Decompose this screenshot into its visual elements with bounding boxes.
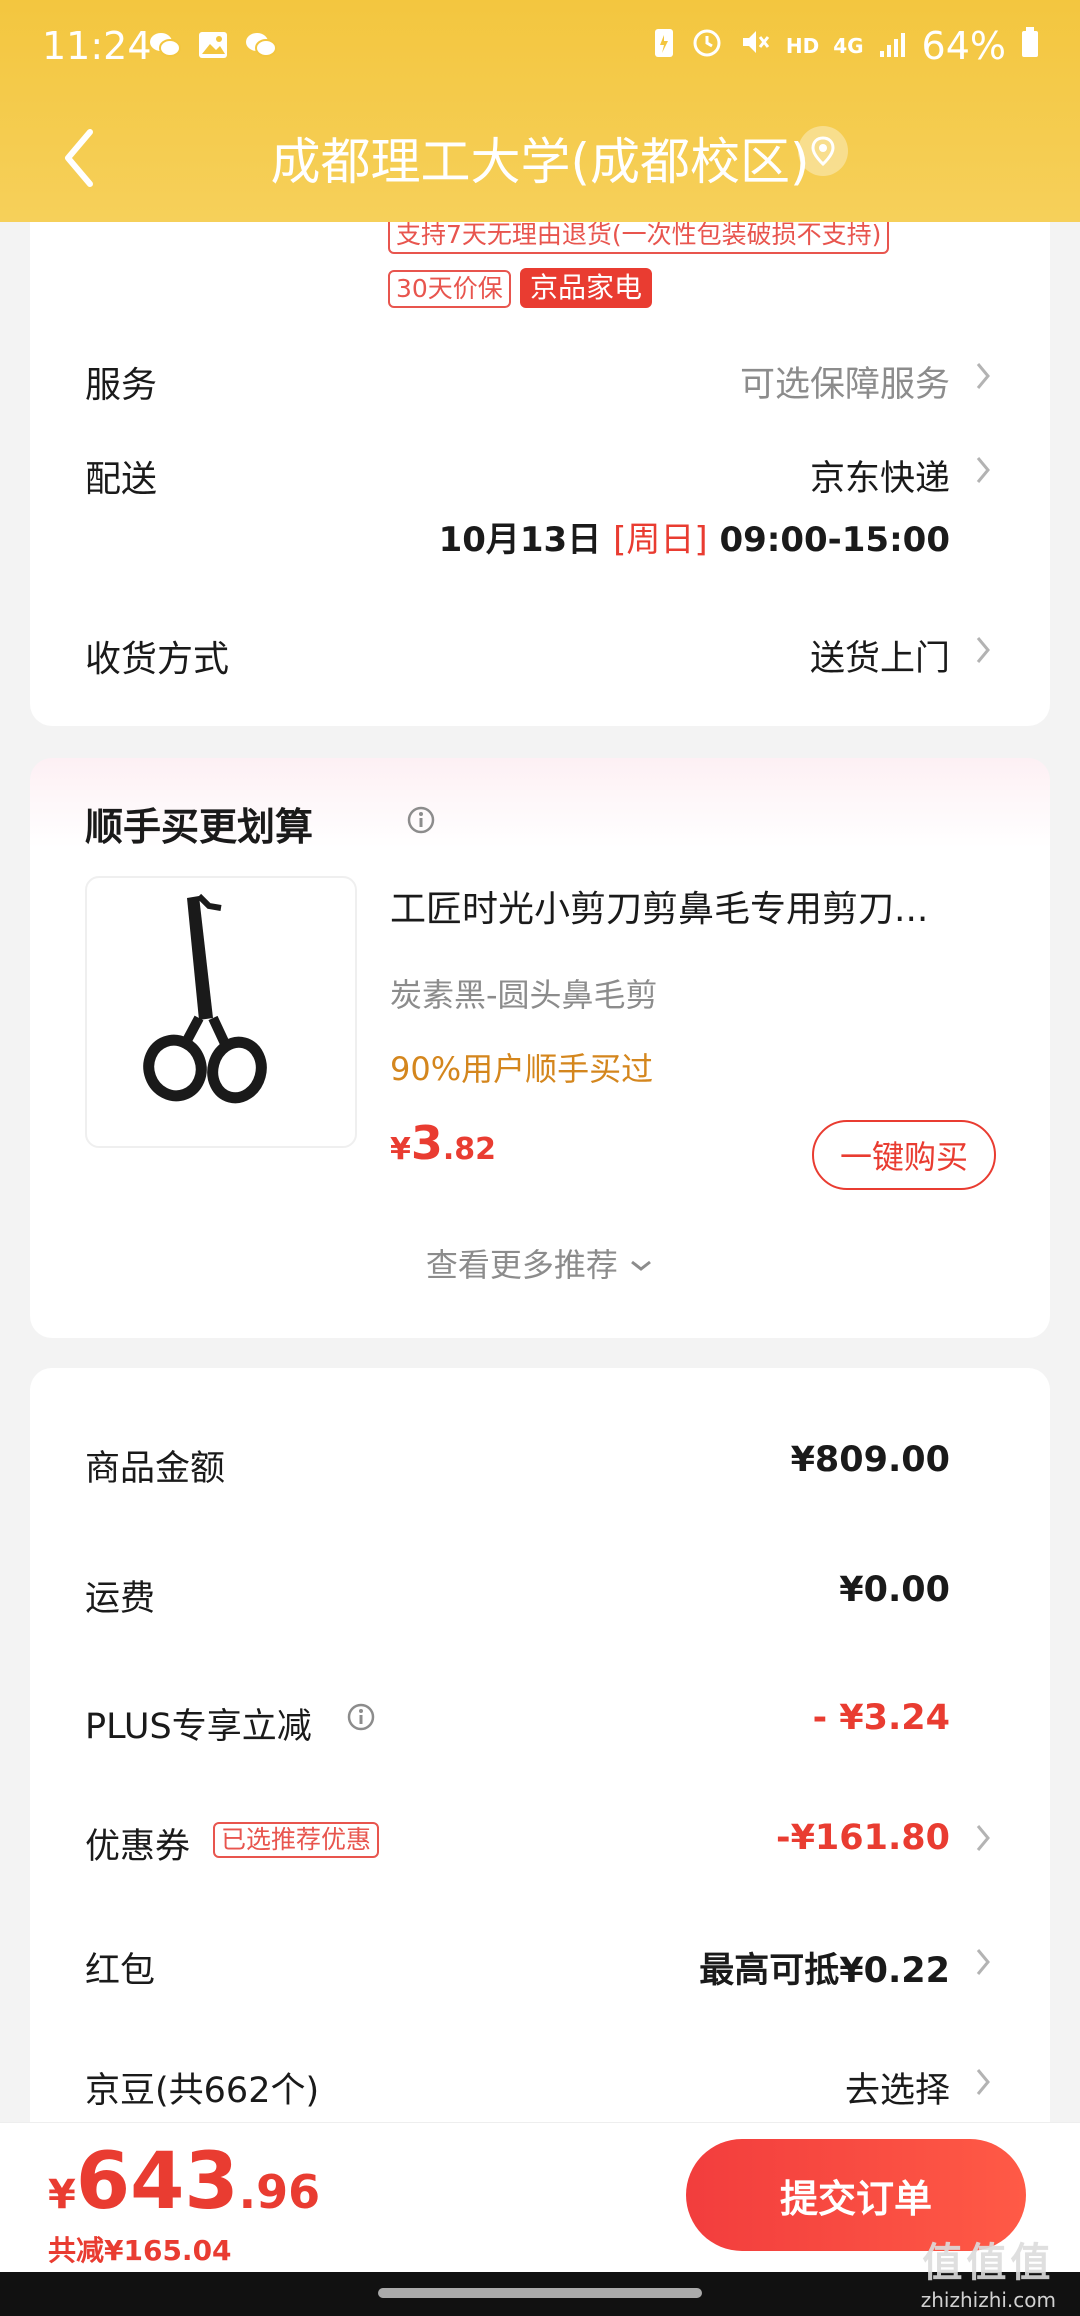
delivery-label: 配送 <box>85 459 158 500</box>
wechat-icon <box>244 28 278 62</box>
product-badge: 90%用户顺手买过 <box>390 1050 654 1088</box>
product-name[interactable]: 工匠时光小剪刀剪鼻毛专用剪刀... <box>390 880 1000 932</box>
service-label: 服务 <box>85 365 158 406</box>
fees-card: 商品金额 ¥809.00 运费 ¥0.00 PLUS专享立减 - ¥3.24 优… <box>30 1368 1050 2168</box>
total-symbol: ¥ <box>48 2172 76 2218</box>
battery-saver-icon <box>652 24 676 68</box>
redpacket-label: 红包 <box>85 1951 156 1991</box>
total-dec: .96 <box>238 2165 321 2219</box>
network-label: 4G <box>833 34 864 58</box>
chevron-right-icon <box>976 457 990 483</box>
info-icon[interactable] <box>346 1702 376 1732</box>
receive-value[interactable]: 送货上门 <box>810 630 950 681</box>
alarm-icon <box>690 24 724 68</box>
delivery-time: 09:00-15:00 <box>719 520 950 560</box>
battery-icon <box>1020 24 1040 68</box>
price-dec: .82 <box>442 1132 497 1167</box>
goods-amount-value: ¥809.00 <box>790 1440 950 1480</box>
notification-icons <box>148 28 278 62</box>
plus-discount-label: PLUS专享立减 <box>85 1707 312 1747</box>
total-int: 643 <box>75 2137 239 2227</box>
signal-icon <box>878 24 908 68</box>
product-image[interactable] <box>85 876 357 1148</box>
delivery-date-day: 10月13日 <box>438 520 602 560</box>
product-price: ¥3.82 <box>390 1116 496 1170</box>
mute-icon <box>738 24 772 68</box>
watermark-logo: 值值值 <box>922 2240 1055 2286</box>
jingdou-label: 京豆(共662个) <box>85 2071 320 2111</box>
status-right: HD 4G 64% <box>652 24 1040 68</box>
chevron-right-icon <box>976 1949 990 1975</box>
price-protect-tag: 30天价保 <box>388 270 511 308</box>
chevron-right-icon <box>976 637 990 663</box>
recommend-title: 顺手买更划算 <box>85 805 314 849</box>
system-nav-bar <box>0 2272 1080 2316</box>
category-tag: 京品家电 <box>520 268 653 308</box>
shipping-value: ¥0.00 <box>839 1570 950 1610</box>
coupon-label: 优惠券 <box>85 1827 191 1867</box>
nav-bar: 成都理工大学(成都校区) <box>0 96 1080 222</box>
one-click-buy-button[interactable]: 一键购买 <box>812 1120 996 1190</box>
jingdou-value[interactable]: 去选择 <box>845 2062 950 2113</box>
watermark: 值值值 zhizhizhi.com <box>921 2230 1056 2312</box>
delivery-value[interactable]: 京东快递 <box>810 450 950 501</box>
total-price: ¥643.96 <box>48 2137 320 2227</box>
service-value[interactable]: 可选保障服务 <box>740 356 950 407</box>
redpacket-value[interactable]: 最高可抵¥0.22 <box>699 1942 950 1993</box>
gallery-icon <box>196 28 230 62</box>
watermark-url: zhizhizhi.com <box>920 2288 1056 2312</box>
receive-label: 收货方式 <box>85 639 230 680</box>
chevron-down-icon <box>631 1260 652 1271</box>
price-symbol: ¥ <box>390 1132 411 1167</box>
goods-amount-label: 商品金额 <box>85 1449 226 1489</box>
product-spec: 炭素黑-圆头鼻毛剪 <box>390 976 658 1014</box>
coupon-value[interactable]: -¥161.80 <box>776 1818 950 1858</box>
hd-label: HD <box>785 34 820 58</box>
chevron-right-icon <box>976 2069 990 2095</box>
chevron-right-icon <box>976 363 990 389</box>
coupon-tag: 已选推荐优惠 <box>213 1822 380 1858</box>
header: 11:24 HD 4G 64% 成都理工大学(成都校区) <box>0 0 1080 222</box>
status-bar: 11:24 HD 4G 64% <box>0 0 1080 96</box>
chevron-right-icon <box>976 1825 990 1851</box>
status-time: 11:24 <box>42 24 152 68</box>
more-recommend-label: 查看更多推荐 <box>425 1246 618 1284</box>
recommend-card: 顺手买更划算 工匠时光小剪刀剪鼻毛专用剪刀... 炭素黑-圆头鼻毛剪 90%用户… <box>30 758 1050 1338</box>
more-recommend-link[interactable]: 查看更多推荐 <box>30 1240 1050 1286</box>
delivery-date: 10月13日 [周日] 09:00-15:00 <box>439 512 950 561</box>
total-reduce: 共减¥165.04 <box>48 2234 232 2267</box>
info-icon[interactable] <box>406 805 436 835</box>
address-title[interactable]: 成都理工大学(成都校区) <box>0 122 1080 194</box>
shipping-label: 运费 <box>85 1579 156 1619</box>
battery-percent: 64% <box>921 24 1006 68</box>
wechat-icon <box>148 28 182 62</box>
order-info-card: 支持7天无理由退货(一次性包装破损不支持) 30天价保 京品家电 服务 可选保障… <box>30 160 1050 726</box>
price-int: 3 <box>410 1116 443 1170</box>
home-indicator[interactable] <box>378 2288 702 2298</box>
bottom-checkout-bar: ¥643.96 共减¥165.04 提交订单 <box>0 2122 1080 2273</box>
location-icon[interactable] <box>798 126 848 176</box>
scissors-icon <box>143 893 267 1104</box>
delivery-weekday: [周日] <box>613 520 708 560</box>
plus-discount-value: - ¥3.24 <box>812 1698 950 1738</box>
